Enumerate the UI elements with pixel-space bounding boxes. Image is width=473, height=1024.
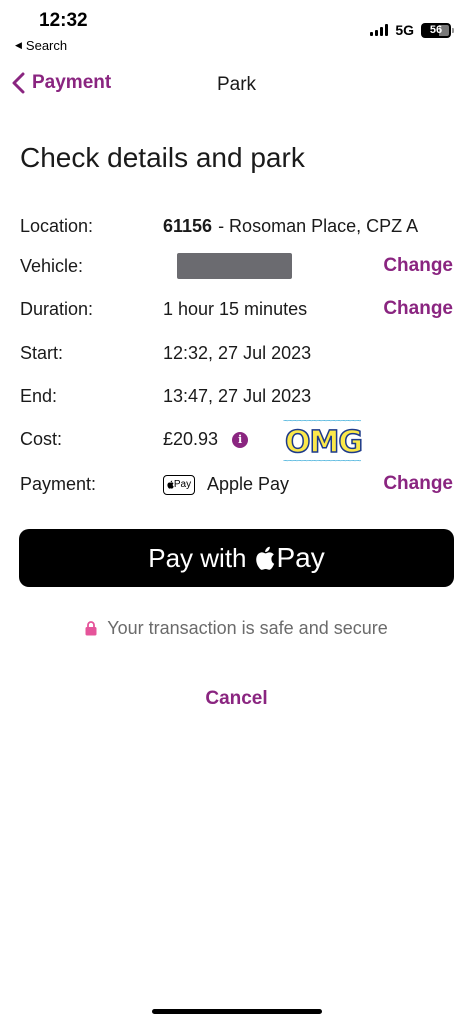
location-label: Location: bbox=[20, 216, 94, 236]
apple-pay-mark: Pay bbox=[255, 542, 325, 574]
apple-pay-badge-icon: Pay bbox=[163, 474, 195, 495]
detail-row-start: Start: 12:32, 27 Jul 2023 bbox=[20, 339, 456, 367]
cancel-button[interactable]: Cancel bbox=[0, 688, 473, 710]
nav-bar: Payment Park bbox=[0, 62, 473, 106]
battery-level: 56 bbox=[429, 24, 443, 36]
end-value: 13:47, 27 Jul 2023 bbox=[163, 386, 312, 406]
back-to-app-link[interactable]: ◀ Search bbox=[15, 38, 67, 53]
omg-sticker: ~~~~~~~~~~~~~~~~ OMG ~~~~~~~~~~~~~~~~ bbox=[283, 418, 365, 466]
change-duration-button[interactable]: Change bbox=[383, 298, 453, 320]
back-triangle-icon: ◀ bbox=[15, 40, 22, 50]
location-name: - Rosoman Place, CPZ A bbox=[218, 216, 419, 236]
pay-button-suffix: Pay bbox=[276, 542, 325, 573]
detail-row-end: End: 13:47, 27 Jul 2023 bbox=[20, 382, 456, 410]
location-value: 61156 - Rosoman Place, CPZ A bbox=[163, 216, 418, 237]
payment-value-group: Pay Apple Pay bbox=[163, 474, 289, 495]
vehicle-label: Vehicle: bbox=[20, 256, 84, 276]
omg-sticker-text: OMG bbox=[284, 424, 363, 461]
apple-logo-icon bbox=[167, 480, 174, 489]
payment-value: Apple Pay bbox=[207, 474, 290, 494]
battery-icon: 56 bbox=[421, 22, 454, 38]
secure-note: Your transaction is safe and secure bbox=[0, 618, 473, 639]
cost-label: Cost: bbox=[20, 429, 63, 449]
duration-value: 1 hour 15 minutes bbox=[163, 299, 308, 319]
change-vehicle-button[interactable]: Change bbox=[383, 255, 453, 277]
redacted-plate bbox=[177, 253, 292, 279]
lock-icon bbox=[85, 621, 97, 636]
secure-text: Your transaction is safe and secure bbox=[107, 618, 388, 638]
apple-pay-badge-text: Pay bbox=[173, 479, 192, 490]
status-bar: 12:32 ◀ Search 5G 56 bbox=[0, 0, 473, 60]
wave-decoration-bottom: ~~~~~~~~~~~~~~~~ bbox=[283, 458, 361, 466]
status-time: 12:32 bbox=[39, 10, 88, 31]
vehicle-value bbox=[177, 253, 292, 279]
cost-value: £20.93 bbox=[163, 429, 219, 449]
page-heading: Check details and park bbox=[20, 142, 305, 173]
home-indicator[interactable] bbox=[152, 1009, 322, 1014]
payment-label: Payment: bbox=[20, 474, 97, 494]
end-label: End: bbox=[20, 386, 58, 406]
back-to-app-label: Search bbox=[25, 38, 68, 53]
cost-value-group: £20.93 i bbox=[163, 429, 249, 450]
network-type: 5G bbox=[395, 22, 414, 38]
detail-row-vehicle: Vehicle: Change bbox=[20, 252, 456, 280]
detail-row-payment: Payment: Pay Apple Pay Change bbox=[20, 470, 456, 498]
detail-row-cost: Cost: £20.93 i bbox=[20, 425, 456, 453]
duration-label: Duration: bbox=[20, 299, 94, 319]
pay-with-apple-pay-button[interactable]: Pay with Pay bbox=[19, 529, 454, 587]
location-code: 61156 bbox=[163, 216, 213, 236]
pay-button-prefix: Pay with bbox=[148, 542, 247, 573]
info-icon[interactable]: i bbox=[232, 431, 249, 448]
status-indicators: 5G 56 bbox=[370, 22, 454, 38]
signal-icon bbox=[370, 24, 389, 36]
apple-logo-icon bbox=[255, 546, 274, 570]
start-value: 12:32, 27 Jul 2023 bbox=[163, 343, 312, 363]
change-payment-button[interactable]: Change bbox=[383, 473, 453, 495]
detail-row-duration: Duration: 1 hour 15 minutes Change bbox=[20, 295, 456, 323]
detail-row-location: Location: 61156 - Rosoman Place, CPZ A bbox=[20, 212, 456, 240]
start-label: Start: bbox=[20, 343, 64, 363]
nav-title: Park bbox=[216, 74, 257, 95]
